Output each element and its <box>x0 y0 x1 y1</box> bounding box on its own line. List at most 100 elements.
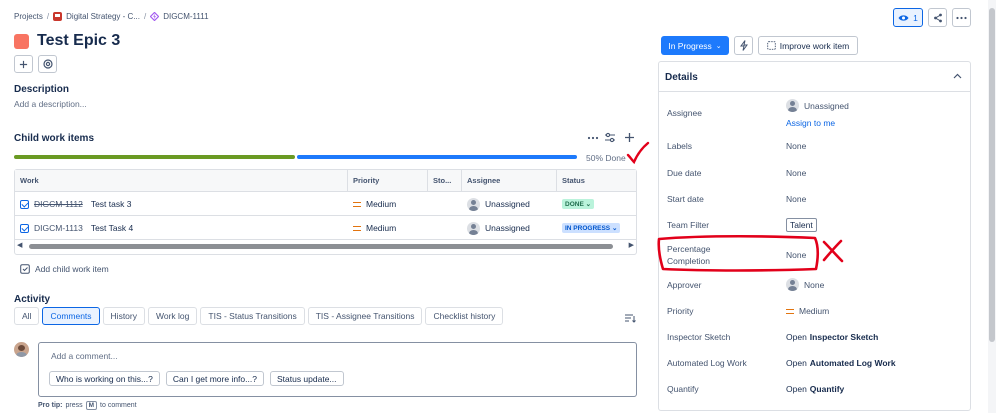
page-title[interactable]: Test Epic 3 <box>37 32 120 50</box>
highlight-box-annotation <box>655 233 845 277</box>
watch-count: 1 <box>913 12 918 23</box>
target-icon <box>42 59 53 69</box>
team-tag[interactable]: Talent <box>786 218 817 232</box>
scroll-left-icon[interactable]: ◀ <box>17 242 22 249</box>
priority-cell[interactable]: Medium <box>348 192 396 216</box>
column-header-story-points[interactable]: Sto... <box>428 170 462 192</box>
automated-log-work-link[interactable]: Open Automated Log Work <box>786 358 896 368</box>
start-date-value[interactable]: None <box>786 194 806 204</box>
team-filter-field[interactable]: Talent <box>786 218 817 232</box>
watch-button[interactable]: 1 <box>893 8 923 27</box>
tab-checklist-history[interactable]: Checklist history <box>425 307 504 325</box>
more-icon <box>956 16 967 20</box>
breadcrumb-projects[interactable]: Projects <box>14 12 43 21</box>
horizontal-scrollbar[interactable]: ◀ ▶ <box>17 242 634 250</box>
tab-all[interactable]: All <box>14 307 40 325</box>
labels-value[interactable]: None <box>786 141 806 151</box>
due-date-value[interactable]: None <box>786 168 806 178</box>
avatar <box>786 278 799 291</box>
comment-input[interactable]: Add a comment... <box>51 351 118 361</box>
table-row[interactable]: DIGCM-1112 Test task 3 Medium Unassigned… <box>15 192 636 216</box>
assignee-cell[interactable]: Unassigned <box>462 216 530 240</box>
assignee-value: Unassigned <box>485 199 530 209</box>
open-text: Open <box>786 332 807 342</box>
status-cell[interactable]: IN PROGRESS ⌄ <box>557 216 621 240</box>
inspector-sketch-link[interactable]: Open Inspector Sketch <box>786 332 878 342</box>
sort-icon[interactable] <box>624 313 636 324</box>
status-dropdown-label: In Progress <box>668 40 712 51</box>
team-filter-label: Team Filter <box>667 220 710 230</box>
table-header: Work Priority Sto... Assignee Status <box>15 170 636 192</box>
automated-log-work-label: Automated Log Work <box>667 358 747 368</box>
status-text: DONE <box>565 201 584 208</box>
description-heading: Description <box>14 84 70 95</box>
page-scrollbar-thumb[interactable] <box>989 8 995 342</box>
due-date-label: Due date <box>667 168 702 178</box>
labels-label: Labels <box>667 141 693 151</box>
breadcrumb-project[interactable]: Digital Strategy - C... <box>66 12 140 21</box>
breadcrumb: Projects / Digital Strategy - C... / DIG… <box>14 12 209 21</box>
details-header[interactable]: Details <box>659 62 970 92</box>
tab-work-log[interactable]: Work log <box>148 307 198 325</box>
status-dropdown[interactable]: In Progress ⌄ <box>661 36 729 55</box>
status-badge[interactable]: IN PROGRESS ⌄ <box>562 223 621 233</box>
priority-cell[interactable]: Medium <box>348 216 396 240</box>
chevron-up-icon[interactable] <box>953 73 962 79</box>
filter-settings-icon[interactable] <box>604 132 616 143</box>
add-child-item-button[interactable]: Add child work item <box>20 264 109 274</box>
priority-label: Priority <box>667 306 694 316</box>
suggestion-button[interactable]: Who is working on this...? <box>49 371 160 386</box>
user-avatar[interactable] <box>14 342 29 357</box>
priority-value: Medium <box>366 199 397 209</box>
assignee-value: Unassigned <box>804 100 849 111</box>
priority-value: Medium <box>366 223 397 233</box>
suggestion-button[interactable]: Can I get more info...? <box>165 371 264 386</box>
priority-medium-icon <box>786 308 794 314</box>
work-cell: DIGCM-1113 Test Task 4 <box>15 216 133 240</box>
tab-assignee-transitions[interactable]: TIS - Assignee Transitions <box>307 307 423 325</box>
breadcrumb-issue-key[interactable]: DIGCM-1111 <box>163 12 208 21</box>
assignee-cell[interactable]: Unassigned <box>462 192 530 216</box>
tab-status-transitions[interactable]: TIS - Status Transitions <box>200 307 305 325</box>
table-row[interactable]: DIGCM-1113 Test Task 4 Medium Unassigned… <box>15 216 636 240</box>
inspector-sketch-label: Inspector Sketch <box>667 332 731 342</box>
priority-field[interactable]: Medium <box>786 306 829 316</box>
quantify-link[interactable]: Open Quantify <box>786 384 844 394</box>
issue-key-link[interactable]: DIGCM-1113 <box>34 223 83 233</box>
comment-editor[interactable]: Add a comment... Who is working on this.… <box>38 342 637 397</box>
automated-log-work-name: Automated Log Work <box>809 358 896 368</box>
child-items-table: Work Priority Sto... Assignee Status DIG… <box>14 169 637 255</box>
more-icon[interactable] <box>587 133 599 143</box>
eye-icon <box>898 14 909 22</box>
approver-field[interactable]: None <box>786 278 824 291</box>
add-button[interactable] <box>14 55 33 73</box>
issue-summary[interactable]: Test task 3 <box>91 199 132 209</box>
start-date-label: Start date <box>667 194 704 204</box>
column-header-priority[interactable]: Priority <box>348 170 428 192</box>
share-button[interactable] <box>928 8 947 27</box>
column-header-assignee[interactable]: Assignee <box>462 170 557 192</box>
suggestion-button[interactable]: Status update... <box>269 371 344 386</box>
status-badge[interactable]: DONE ⌄ <box>562 199 595 209</box>
improve-work-item-button[interactable]: Improve work item <box>758 36 858 55</box>
apps-button[interactable] <box>38 55 57 73</box>
project-icon <box>53 12 63 21</box>
scrollbar-thumb[interactable] <box>29 244 613 249</box>
approver-value: None <box>804 279 825 290</box>
issue-key-link[interactable]: DIGCM-1112 <box>34 199 83 209</box>
column-header-work[interactable]: Work <box>15 170 348 192</box>
more-actions-button[interactable] <box>952 8 971 27</box>
assignee-value: Unassigned <box>485 223 530 233</box>
tab-comments[interactable]: Comments <box>42 307 100 325</box>
check-mark-annotation <box>626 141 650 167</box>
description-input[interactable]: Add a description... <box>14 99 87 109</box>
issue-summary[interactable]: Test Task 4 <box>91 223 133 233</box>
assign-to-me-link[interactable]: Assign to me <box>786 118 835 128</box>
status-cell[interactable]: DONE ⌄ <box>557 192 595 216</box>
tab-history[interactable]: History <box>102 307 145 325</box>
column-header-status[interactable]: Status <box>557 170 636 192</box>
scroll-right-icon[interactable]: ▶ <box>629 242 634 249</box>
quantify-name: Quantify <box>809 384 845 394</box>
assignee-field[interactable]: Unassigned <box>786 99 849 112</box>
automation-button[interactable] <box>734 36 753 55</box>
